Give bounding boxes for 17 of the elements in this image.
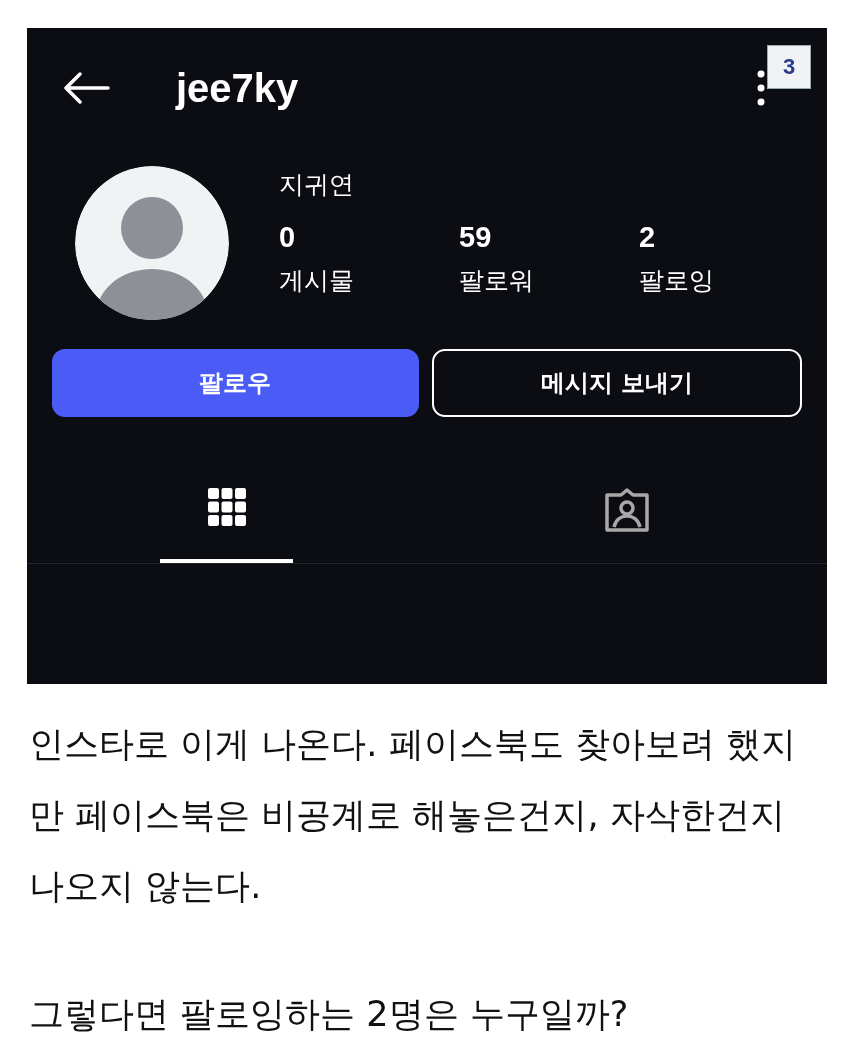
stat-label: 게시물 (279, 265, 355, 297)
article-paragraph: 인스타로 이게 나온다. 페이스북도 찾아보려 했지만 페이스북은 비공계로 해놓은건지, 자삭한건지 나오지 않는다. (28, 723, 797, 908)
stat-label: 팔로워 (459, 265, 535, 297)
message-button[interactable]: 메시지 보내기 (431, 349, 802, 417)
stat-label: 팔로잉 (639, 265, 715, 297)
article-paragraph: 그렇다면 팔로잉하는 2명은 누구일까? (28, 993, 630, 1036)
more-icon[interactable] (757, 68, 765, 108)
follow-button[interactable]: 팔로우 (52, 349, 419, 417)
person-tag-icon (603, 487, 651, 533)
stat-count: 2 (639, 221, 657, 254)
username: jee7ky (176, 65, 299, 111)
stat-count: 0 (279, 221, 297, 254)
back-arrow-icon[interactable] (62, 72, 110, 104)
grid-icon (207, 487, 247, 527)
profile-name: 지귀연 (279, 169, 355, 201)
stat-count: 59 (459, 221, 493, 254)
image-number-badge: 3 (767, 45, 811, 89)
